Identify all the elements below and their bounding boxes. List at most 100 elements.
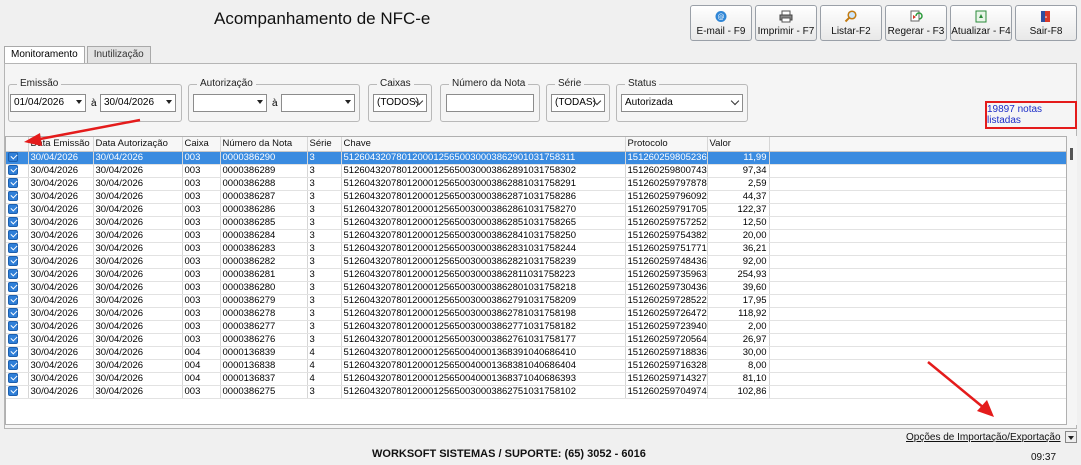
table-row[interactable]: 30/04/2026 30/04/2026 003 0000386275 3 512604…: [6, 385, 1066, 399]
checkbox-checked-icon[interactable]: [8, 177, 18, 188]
cell-numero-nota: 0000386287: [220, 190, 308, 204]
col-protocolo[interactable]: Protocolo: [625, 137, 708, 152]
checkbox-checked-icon[interactable]: [8, 203, 18, 214]
row-checkbox[interactable]: [6, 229, 29, 243]
col-data-autorizacao[interactable]: Data Autorização: [93, 137, 183, 152]
tab-monitoramento[interactable]: Monitoramento: [4, 46, 85, 64]
table-row[interactable]: 30/04/2026 30/04/2026 004 0000136838 4 512604…: [6, 359, 1066, 373]
table-row[interactable]: 30/04/2026 30/04/2026 003 0000386286 3 512604…: [6, 203, 1066, 217]
col-valor[interactable]: Valor: [707, 137, 770, 152]
checkbox-checked-icon[interactable]: [8, 281, 18, 292]
checkbox-checked-icon[interactable]: [8, 385, 18, 396]
cell-chave: 5126043207801200012565004000136837104068…: [341, 372, 626, 386]
row-checkbox[interactable]: [6, 359, 29, 373]
caixas-select[interactable]: (TODOS): [373, 94, 427, 112]
table-row[interactable]: 30/04/2026 30/04/2026 004 0000136839 4 512604…: [6, 346, 1066, 360]
row-checkbox[interactable]: [6, 190, 29, 204]
import-export-options[interactable]: Opções de Importação/Exportação: [906, 430, 1077, 444]
cell-serie: 4: [307, 346, 342, 360]
exit-button[interactable]: Sair-F8: [1015, 5, 1077, 41]
table-row[interactable]: 30/04/2026 30/04/2026 003 0000386283 3 512604…: [6, 242, 1066, 256]
cell-data-autorizacao: 30/04/2026: [93, 346, 183, 360]
dropdown-arrow-icon[interactable]: [1064, 431, 1077, 443]
checkbox-checked-icon[interactable]: [8, 164, 18, 175]
row-checkbox[interactable]: [6, 255, 29, 269]
row-checkbox[interactable]: [6, 177, 29, 191]
cell-filler: [769, 255, 1066, 269]
col-numero-nota[interactable]: Número da Nota: [220, 137, 308, 152]
row-checkbox[interactable]: [6, 242, 29, 256]
row-checkbox[interactable]: [6, 164, 29, 178]
emissao-from-date[interactable]: 01/04/2026: [10, 94, 86, 112]
checkbox-checked-icon[interactable]: [8, 190, 18, 201]
table-row[interactable]: 30/04/2026 30/04/2026 003 0000386281 3 512604…: [6, 268, 1066, 282]
col-serie[interactable]: Série: [307, 137, 342, 152]
list-button[interactable]: Listar-F2: [820, 5, 882, 41]
checkbox-checked-icon[interactable]: [8, 333, 18, 344]
row-checkbox[interactable]: [6, 307, 29, 321]
tab-inutilizacao[interactable]: Inutilização: [86, 46, 151, 63]
cell-caixa: 003: [182, 268, 221, 282]
row-checkbox[interactable]: [6, 372, 29, 386]
checkbox-checked-icon[interactable]: [8, 294, 18, 305]
table-row[interactable]: 30/04/2026 30/04/2026 003 0000386285 3 512604…: [6, 216, 1066, 230]
cell-numero-nota: 0000386284: [220, 229, 308, 243]
table-row[interactable]: 30/04/2026 30/04/2026 003 0000386276 3 512604…: [6, 333, 1066, 347]
row-checkbox[interactable]: [6, 268, 29, 282]
row-checkbox[interactable]: [6, 203, 29, 217]
checkbox-checked-icon[interactable]: [8, 307, 18, 318]
checkbox-checked-icon[interactable]: [8, 229, 18, 240]
refresh-button[interactable]: Atualizar - F4: [950, 5, 1012, 41]
cell-numero-nota: 0000386282: [220, 255, 308, 269]
scrollbar-thumb[interactable]: [1070, 148, 1073, 160]
cell-caixa: 003: [182, 177, 221, 191]
autorizacao-to-date[interactable]: [281, 94, 355, 112]
table-row[interactable]: 30/04/2026 30/04/2026 003 0000386289 3 512604…: [6, 164, 1066, 178]
row-checkbox[interactable]: [6, 320, 29, 334]
checkbox-checked-icon[interactable]: [8, 151, 18, 162]
email-button[interactable]: @ E-mail - F9: [690, 5, 752, 41]
cell-chave: 5126043207801200012565003000386283103175…: [341, 242, 626, 256]
row-checkbox[interactable]: [6, 151, 29, 165]
numero-nota-input[interactable]: [446, 94, 534, 112]
checkbox-checked-icon[interactable]: [8, 216, 18, 227]
col-data-emissao[interactable]: Data Emissão: [28, 137, 94, 152]
row-checkbox[interactable]: [6, 385, 29, 399]
serie-select[interactable]: (TODAS): [551, 94, 605, 112]
table-row[interactable]: 30/04/2026 30/04/2026 003 0000386280 3 512604…: [6, 281, 1066, 295]
emissao-label: Emissão: [17, 78, 62, 89]
cell-caixa: 003: [182, 255, 221, 269]
table-row[interactable]: 30/04/2026 30/04/2026 003 0000386288 3 512604…: [6, 177, 1066, 191]
checkbox-checked-icon[interactable]: [8, 359, 18, 370]
table-row[interactable]: 30/04/2026 30/04/2026 003 0000386284 3 512604…: [6, 229, 1066, 243]
col-select[interactable]: [6, 137, 29, 152]
table-row[interactable]: 30/04/2026 30/04/2026 004 0000136837 4 512604…: [6, 372, 1066, 386]
table-row[interactable]: 30/04/2026 30/04/2026 003 0000386287 3 512604…: [6, 190, 1066, 204]
row-checkbox[interactable]: [6, 216, 29, 230]
col-caixa[interactable]: Caixa: [182, 137, 221, 152]
autorizacao-separator: à: [272, 98, 278, 109]
checkbox-checked-icon[interactable]: [8, 255, 18, 266]
table-row[interactable]: 30/04/2026 30/04/2026 003 0000386278 3 512604…: [6, 307, 1066, 321]
col-chave[interactable]: Chave: [341, 137, 626, 152]
checkbox-checked-icon[interactable]: [8, 346, 18, 357]
cell-filler: [769, 151, 1066, 165]
row-checkbox[interactable]: [6, 281, 29, 295]
checkbox-checked-icon[interactable]: [8, 372, 18, 383]
table-scrollbar[interactable]: [1067, 136, 1077, 425]
emissao-to-date[interactable]: 30/04/2026: [100, 94, 176, 112]
checkbox-checked-icon[interactable]: [8, 268, 18, 279]
print-button[interactable]: Imprimir - F7: [755, 5, 817, 41]
row-checkbox[interactable]: [6, 346, 29, 360]
table-row[interactable]: 30/04/2026 30/04/2026 003 0000386290 3 512604…: [6, 151, 1066, 165]
status-select[interactable]: Autorizada: [621, 94, 743, 112]
autorizacao-from-date[interactable]: [193, 94, 267, 112]
checkbox-checked-icon[interactable]: [8, 320, 18, 331]
table-row[interactable]: 30/04/2026 30/04/2026 003 0000386277 3 512604…: [6, 320, 1066, 334]
table-row[interactable]: 30/04/2026 30/04/2026 003 0000386282 3 512604…: [6, 255, 1066, 269]
regenerate-button[interactable]: Regerar - F3: [885, 5, 947, 41]
row-checkbox[interactable]: [6, 294, 29, 308]
checkbox-checked-icon[interactable]: [8, 242, 18, 253]
table-row[interactable]: 30/04/2026 30/04/2026 003 0000386279 3 512604…: [6, 294, 1066, 308]
row-checkbox[interactable]: [6, 333, 29, 347]
